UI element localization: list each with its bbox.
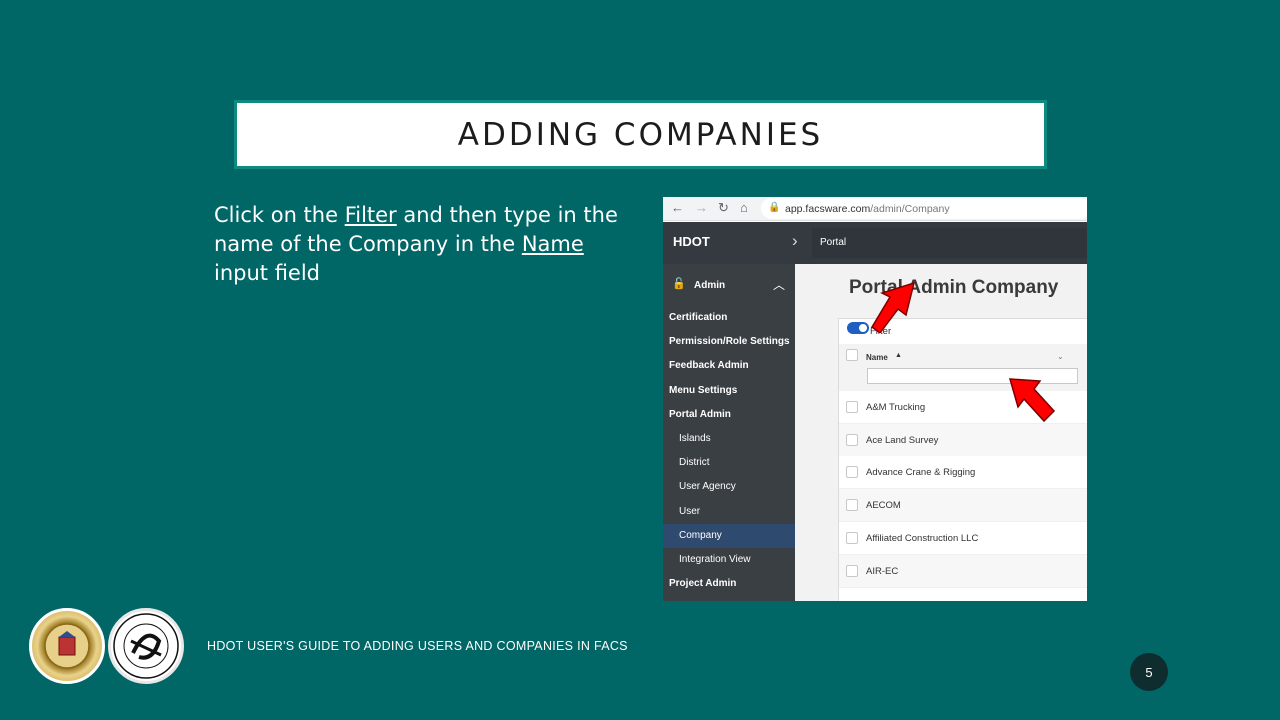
arrow-to-name-input — [1008, 378, 1056, 423]
sidebar: 🔓 Admin ︿ Certification Permission/Role S… — [663, 264, 795, 601]
hdot-seal — [108, 608, 184, 684]
breadcrumb-portal[interactable]: Portal — [820, 237, 846, 248]
home-icon[interactable]: ⌂ — [740, 200, 748, 215]
sidebar-item-company[interactable]: Company — [663, 523, 795, 548]
browser-address-bar: ← → ↻ ⌂ 🔒 app.facsware.com/admin/Company — [663, 197, 1087, 221]
app-screenshot: ← → ↻ ⌂ 🔒 app.facsware.com/admin/Company… — [663, 197, 1087, 601]
sidebar-item-integration-view[interactable]: Integration View — [663, 548, 795, 572]
row-company-name: Affiliated Construction LLC — [866, 532, 979, 544]
row-company-name: A&M Trucking — [866, 402, 926, 413]
row-checkbox[interactable] — [846, 433, 858, 446]
sidebar-item-islands[interactable]: Islands — [663, 427, 795, 451]
breadcrumb: Portal — [812, 228, 1087, 258]
sidebar-item-permission-role-settings[interactable]: Permission/Role Settings — [663, 330, 795, 354]
sort-asc-icon[interactable]: ▲ — [895, 352, 902, 359]
lock-icon: 🔒 — [768, 202, 781, 213]
sidebar-item-project-admin[interactable]: Project Admin — [663, 572, 795, 596]
reload-icon[interactable]: ↻ — [718, 200, 729, 216]
sidebar-item-menu-settings[interactable]: Menu Settings — [663, 379, 795, 403]
name-term: Name — [521, 232, 584, 256]
slide-title-box: ADDING COMPANIES — [234, 100, 1047, 169]
url-text: app.facsware.com/admin/Company — [785, 203, 950, 215]
sidebar-item-portal-admin[interactable]: Portal Admin — [663, 403, 795, 427]
table-row[interactable]: AIR-EC — [839, 554, 1087, 588]
table-row[interactable]: Advance Crane & Rigging — [839, 456, 1087, 490]
table-row[interactable]: Affiliated Construction LLC — [839, 521, 1087, 555]
arrow-to-filter — [871, 281, 916, 333]
page-number: 5 — [1130, 653, 1168, 691]
row-company-name: AIR-EC — [866, 565, 899, 577]
select-all-checkbox[interactable] — [846, 349, 858, 361]
instruction-part: Click on the — [214, 203, 345, 227]
row-checkbox[interactable] — [846, 531, 858, 544]
instruction-part: input field — [214, 261, 321, 285]
company-grid: Filter Name ▲ ⌄ A&M TruckingAce Land Sur… — [838, 318, 1087, 601]
sidebar-item-user-agency[interactable]: User Agency — [663, 475, 795, 499]
slide-title: ADDING COMPANIES — [457, 116, 824, 153]
row-checkbox[interactable] — [846, 466, 858, 479]
sidebar-item-district[interactable]: District — [663, 451, 795, 475]
page-number-label: 5 — [1145, 664, 1153, 680]
row-company-name: Advance Crane & Rigging — [866, 467, 976, 479]
row-checkbox[interactable] — [846, 401, 858, 413]
main-content: Portal Admin Company Filter Name ▲ ⌄ A&M… — [795, 264, 1087, 601]
instruction-text: Click on the Filter and then type in the… — [214, 201, 634, 288]
forward-icon[interactable]: → — [695, 200, 708, 215]
table-row[interactable]: Ace Land Survey — [839, 423, 1087, 457]
sidebar-item-feedback-admin[interactable]: Feedback Admin — [663, 354, 795, 378]
footer-text: HDOT USER'S GUIDE TO ADDING USERS AND CO… — [207, 639, 628, 653]
sidebar-item-certification[interactable]: Certification — [663, 306, 795, 330]
table-row[interactable]: AECOM — [839, 489, 1087, 523]
app-header: HDOT › Portal — [663, 222, 1087, 264]
sidebar-section-admin[interactable]: 🔓 Admin ︿ — [663, 264, 795, 306]
brand-label: HDOT — [673, 234, 710, 249]
back-icon[interactable]: ← — [671, 200, 684, 215]
row-company-name: AECOM — [866, 500, 901, 512]
state-of-hawaii-seal — [29, 608, 105, 684]
sidebar-section-label: Admin — [694, 280, 726, 291]
url-field[interactable]: 🔒 app.facsware.com/admin/Company — [761, 198, 1087, 219]
unlock-icon: 🔓 — [672, 278, 686, 290]
filter-term: Filter — [344, 203, 397, 227]
column-menu-icon[interactable]: ⌄ — [1057, 352, 1064, 361]
row-checkbox[interactable] — [846, 499, 858, 512]
column-header-name[interactable]: Name — [866, 353, 888, 362]
chevron-up-icon[interactable]: ︿ — [773, 276, 785, 293]
sidebar-item-user[interactable]: User — [663, 500, 795, 524]
row-checkbox[interactable] — [846, 564, 858, 577]
filter-toggle[interactable] — [847, 322, 869, 334]
chevron-right-icon[interactable]: › — [792, 231, 798, 251]
row-company-name: Ace Land Survey — [866, 434, 939, 446]
